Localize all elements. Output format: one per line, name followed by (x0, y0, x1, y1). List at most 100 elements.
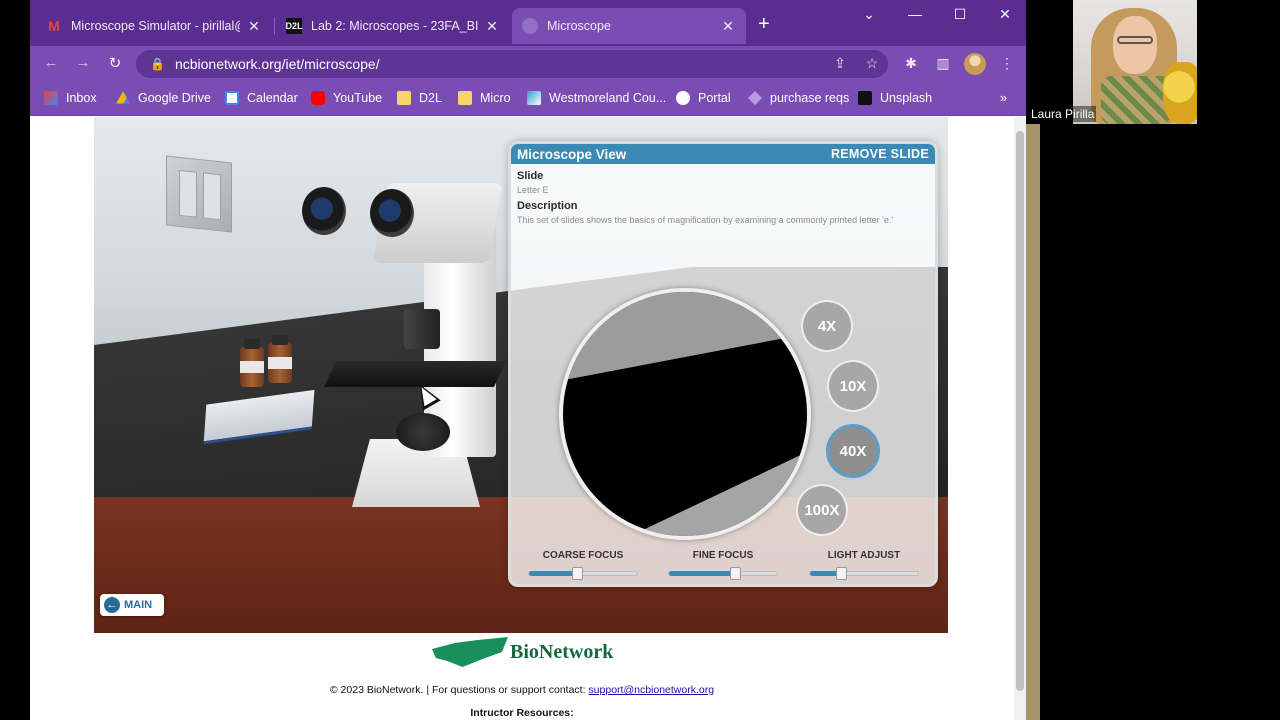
bookmark-unsplash[interactable]: Unsplash (858, 91, 932, 105)
bookmark-youtube[interactable]: YouTube (311, 91, 382, 105)
microscope-stage[interactable] (323, 361, 507, 387)
close-window-button[interactable]: ✕ (990, 6, 1020, 23)
stain-bottle[interactable] (240, 339, 264, 387)
menu-icon[interactable]: ⋮ (997, 55, 1017, 72)
tab-microscope-simulator[interactable]: M Microscope Simulator - pirillal@ ✕ (36, 8, 272, 44)
bookmark-label: purchase reqs (770, 91, 850, 105)
url-text: ncbionetwork.org/iet/microscope/ (174, 56, 380, 72)
bookmark-purchase-reqs[interactable]: purchase reqs (748, 91, 849, 105)
bookmarks-bar: Inbox Google Drive Calendar YouTube D2L … (30, 82, 1026, 116)
slider-handle[interactable] (730, 567, 741, 580)
bookmark-google-drive[interactable]: Google Drive (116, 91, 211, 105)
slider-handle[interactable] (835, 567, 847, 580)
tab-title: Microscope Simulator - pirillal@ (71, 19, 240, 33)
folder-icon (458, 91, 472, 105)
extensions-icon[interactable]: ✱ (901, 55, 921, 72)
gmail-icon (44, 91, 58, 105)
side-panel-icon[interactable]: ▥ (933, 55, 953, 72)
objective-lenses[interactable] (404, 309, 440, 349)
reload-icon[interactable]: ↻ (104, 54, 126, 72)
address-bar[interactable]: 🔒 ncbionetwork.org/iet/microscope/ (136, 50, 888, 78)
browser-toolbar: ← → ↻ 🔒 ncbionetwork.org/iet/microscope/… (30, 46, 1026, 82)
mag-4x-button[interactable]: 4X (803, 302, 851, 350)
bookmark-portal[interactable]: Portal (676, 91, 731, 105)
main-button[interactable]: ← MAIN (100, 594, 164, 616)
chevron-right-icon[interactable]: » (1000, 91, 1007, 105)
coarse-focus-slider[interactable] (528, 567, 638, 580)
tab-title: Lab 2: Microscopes - 23FA_BIO_1 (311, 19, 478, 33)
camera-icon (858, 91, 872, 105)
forward-icon[interactable]: → (72, 54, 94, 71)
bookmark-label: Micro (480, 91, 511, 105)
close-icon[interactable]: ✕ (484, 18, 500, 35)
panel-header: Microscope View REMOVE SLIDE (511, 144, 935, 164)
tab-separator (274, 17, 275, 35)
participant-scarf (1101, 76, 1171, 124)
page-scrollbar[interactable] (1014, 117, 1026, 720)
bookmark-label: D2L (419, 91, 442, 105)
globe-icon (676, 91, 690, 105)
eyepiece[interactable] (302, 187, 346, 235)
bookmark-d2l[interactable]: D2L (397, 91, 442, 105)
star-icon[interactable]: ☆ (862, 55, 882, 72)
close-icon[interactable]: ✕ (720, 18, 736, 35)
calendar-icon (225, 91, 239, 105)
tab-microscope[interactable]: Microscope ✕ (512, 8, 746, 44)
bionetwork-logo[interactable]: BioNetwork (432, 637, 613, 667)
bookmark-inbox[interactable]: Inbox (44, 91, 97, 105)
description-label: Description (517, 200, 578, 212)
share-icon[interactable]: ⇪ (830, 55, 850, 72)
instructor-resources-heading: Intructor Resources: (470, 707, 574, 719)
d2l-icon: D2L (286, 18, 303, 34)
slider-fill (669, 571, 735, 576)
panel-title: Microscope View (517, 146, 627, 162)
tab-strip: M Microscope Simulator - pirillal@ ✕ D2L… (30, 0, 1026, 46)
back-icon[interactable]: ← (40, 54, 62, 71)
mag-40x-button[interactable]: 40X (829, 427, 877, 475)
bookmark-label: Unsplash (880, 91, 933, 105)
stain-bottle[interactable] (268, 335, 292, 383)
gmail-icon: M (48, 18, 60, 34)
logo-text: BioNetwork (510, 640, 614, 663)
profile-avatar[interactable] (964, 53, 986, 75)
remove-slide-button[interactable]: REMOVE SLIDE (831, 147, 929, 161)
nc-state-icon (432, 637, 508, 667)
bookmark-label: YouTube (333, 91, 383, 105)
globe-icon (522, 18, 538, 34)
maximize-button[interactable]: ☐ (945, 6, 975, 23)
slider-handle[interactable] (572, 567, 584, 580)
microscope-view-panel: Microscope View REMOVE SLIDE Slide Lette… (508, 141, 938, 587)
copyright-text: © 2023 BioNetwork. | For questions or su… (329, 684, 589, 696)
light-adjust-label: LIGHT ADJUST (827, 550, 901, 561)
site-icon (527, 91, 541, 105)
page-content: ← MAIN Microscope View REMOVE SLIDE Slid… (30, 117, 1014, 720)
browser-window: M Microscope Simulator - pirillal@ ✕ D2L… (30, 0, 1026, 720)
focus-knob[interactable] (396, 413, 450, 451)
tab-search-icon[interactable]: ⌄ (854, 6, 884, 23)
bookmark-icon (748, 91, 762, 105)
participant-name: Laura Pirilla (1029, 106, 1097, 122)
tab-lab2-microscopes[interactable]: D2L Lab 2: Microscopes - 23FA_BIO_1 ✕ (276, 8, 510, 44)
new-tab-button[interactable]: + (758, 13, 770, 36)
bookmark-calendar[interactable]: Calendar (225, 91, 298, 105)
close-icon[interactable]: ✕ (246, 18, 262, 35)
microscope-simulator[interactable]: ← MAIN Microscope View REMOVE SLIDE Slid… (94, 117, 948, 633)
scrollbar-thumb[interactable] (1016, 131, 1024, 691)
youtube-icon (311, 91, 325, 105)
support-email-link[interactable]: support@ncbionetwork.org (588, 684, 714, 696)
drive-icon (116, 91, 130, 104)
eyepiece[interactable] (370, 189, 414, 237)
mag-10x-button[interactable]: 10X (829, 362, 877, 410)
fine-focus-slider[interactable] (668, 567, 778, 580)
bookmark-label: Google Drive (138, 91, 211, 105)
bookmark-westmoreland[interactable]: Westmoreland Cou... (527, 91, 666, 105)
minimize-button[interactable]: — (900, 6, 930, 22)
participant-flowers (1163, 62, 1197, 124)
description-text: This set of slides shows the basics of m… (517, 215, 894, 225)
light-adjust-slider[interactable] (809, 567, 919, 580)
slider-fill (529, 571, 578, 576)
bookmark-label: Portal (698, 91, 731, 105)
bookmark-micro[interactable]: Micro (458, 91, 511, 105)
tab-title: Microscope (547, 19, 611, 33)
mag-100x-button[interactable]: 100X (798, 486, 846, 534)
